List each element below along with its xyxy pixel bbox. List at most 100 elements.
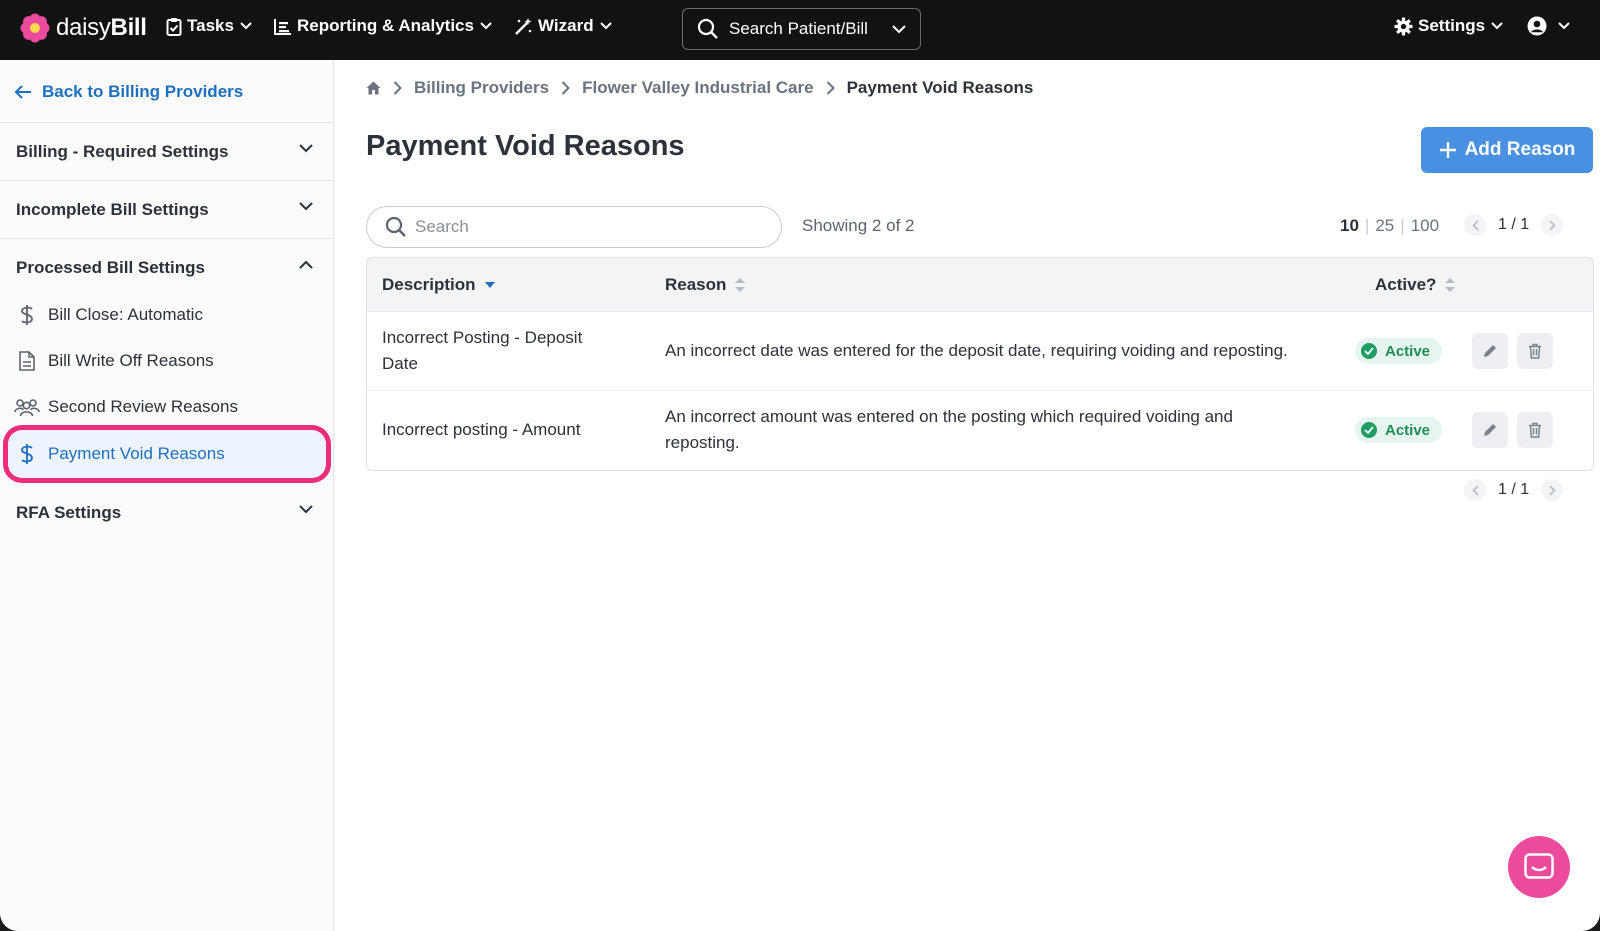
column-label: Description bbox=[382, 275, 476, 294]
patient-bill-search[interactable]: Search Patient/Bill bbox=[682, 8, 921, 50]
home-icon[interactable] bbox=[366, 81, 381, 95]
bar-chart-icon bbox=[274, 18, 291, 35]
chevron-down-icon bbox=[240, 22, 252, 30]
add-reason-button[interactable]: Add Reason bbox=[1421, 127, 1593, 173]
description-cell: Incorrect posting - Amount bbox=[382, 420, 581, 439]
edit-button[interactable] bbox=[1472, 333, 1508, 369]
status-label: Active bbox=[1385, 342, 1431, 360]
chevron-down-icon bbox=[299, 505, 313, 514]
sidebar-item-label: Bill Write Off Reasons bbox=[48, 351, 214, 370]
dollar-icon bbox=[14, 304, 40, 326]
chevron-right-icon bbox=[1549, 484, 1556, 496]
sort-icon bbox=[735, 278, 746, 292]
column-label: Active? bbox=[1375, 275, 1437, 294]
app-body: Back to Billing Providers Billing - Requ… bbox=[0, 60, 1600, 931]
sidebar-item-bill-write-off-reasons[interactable]: Bill Write Off Reasons bbox=[0, 338, 333, 384]
column-header-active[interactable]: Active? bbox=[1375, 275, 1456, 295]
search-label: Search Patient/Bill bbox=[729, 19, 868, 38]
magic-wand-icon bbox=[515, 17, 532, 35]
trash-icon bbox=[1529, 343, 1541, 359]
dollar-icon bbox=[14, 443, 40, 465]
section-label: RFA Settings bbox=[16, 503, 122, 522]
back-link-label: Back to Billing Providers bbox=[42, 82, 244, 101]
section-processed-bill-settings[interactable]: Processed Bill Settings bbox=[0, 238, 333, 296]
search-field[interactable] bbox=[366, 206, 782, 248]
clipboard-check-icon bbox=[166, 17, 182, 36]
chevron-down-icon bbox=[892, 24, 906, 33]
user-avatar-icon bbox=[1527, 16, 1547, 36]
section-label: Processed Bill Settings bbox=[16, 257, 205, 277]
browser-frame: daisyBill Tasks Reporting & Analytics Wi… bbox=[0, 0, 1600, 931]
chat-bubble-icon bbox=[1524, 853, 1554, 879]
column-label: Reason bbox=[665, 275, 727, 294]
section-incomplete-bill-settings[interactable]: Incomplete Bill Settings bbox=[0, 180, 333, 238]
user-menu[interactable] bbox=[1527, 16, 1575, 36]
description-cell: Incorrect Posting - Deposit Date bbox=[382, 328, 583, 373]
chat-launcher-button[interactable] bbox=[1508, 836, 1570, 898]
sidebar-item-bill-close-automatic[interactable]: Bill Close: Automatic bbox=[0, 292, 333, 338]
nav-settings-label: Settings bbox=[1418, 16, 1486, 35]
section-billing-required-settings[interactable]: Billing - Required Settings bbox=[0, 122, 333, 180]
nav-tasks-label: Tasks bbox=[187, 16, 234, 35]
nav-reporting-label: Reporting & Analytics bbox=[297, 16, 474, 35]
chevron-right-icon bbox=[1549, 219, 1556, 231]
column-header-reason[interactable]: Reason bbox=[665, 275, 746, 295]
daisybill-logo[interactable]: daisyBill bbox=[20, 13, 147, 43]
table-row: Incorrect posting - Amount An incorrect … bbox=[367, 391, 1593, 470]
chevron-up-icon bbox=[299, 260, 313, 269]
chevron-down-icon bbox=[299, 202, 313, 211]
nav-wizard[interactable]: Wizard bbox=[514, 16, 617, 36]
trash-icon bbox=[1529, 422, 1541, 438]
page-size-selector: 10 | 25 | 100 bbox=[1334, 216, 1445, 236]
chevron-right-icon bbox=[561, 81, 571, 95]
sidebar-item-label: Bill Close: Automatic bbox=[48, 305, 203, 324]
sidebar-item-payment-void-reasons[interactable]: Payment Void Reasons bbox=[8, 430, 326, 478]
page-size-10[interactable]: 10 bbox=[1334, 216, 1365, 236]
column-header-description[interactable]: Description bbox=[382, 275, 496, 295]
status-badge: Active bbox=[1355, 338, 1443, 364]
back-to-billing-providers-link[interactable]: Back to Billing Providers bbox=[14, 82, 243, 102]
nav-wizard-label: Wizard bbox=[538, 16, 594, 35]
status-badge: Active bbox=[1355, 417, 1443, 443]
nav-reporting[interactable]: Reporting & Analytics bbox=[274, 16, 497, 36]
daisy-flower-icon bbox=[20, 13, 50, 43]
delete-button[interactable] bbox=[1517, 412, 1553, 448]
sort-descending-icon bbox=[484, 282, 495, 288]
sidebar-item-label: Payment Void Reasons bbox=[48, 444, 225, 463]
pagination-top: 1 / 1 bbox=[1464, 214, 1564, 236]
prev-page-button[interactable] bbox=[1464, 479, 1486, 501]
settings-sidebar: Back to Billing Providers Billing - Requ… bbox=[0, 60, 334, 931]
top-navbar: daisyBill Tasks Reporting & Analytics Wi… bbox=[0, 0, 1600, 60]
table-header: Description Reason Active? bbox=[367, 258, 1593, 312]
breadcrumb-provider[interactable]: Flower Valley Industrial Care bbox=[582, 78, 813, 98]
arrow-left-icon bbox=[14, 85, 31, 99]
users-icon bbox=[14, 397, 40, 417]
chevron-right-icon bbox=[393, 81, 402, 95]
edit-button[interactable] bbox=[1472, 412, 1508, 448]
search-icon bbox=[385, 216, 406, 237]
search-input[interactable] bbox=[415, 217, 755, 237]
page-size-25[interactable]: 25 bbox=[1369, 216, 1400, 236]
page-indicator: 1 / 1 bbox=[1498, 481, 1530, 498]
nav-settings[interactable]: Settings bbox=[1394, 16, 1508, 36]
reason-cell: An incorrect date was entered for the de… bbox=[665, 341, 1288, 360]
void-reasons-table: Description Reason Active? Incorrect Pos… bbox=[366, 257, 1594, 471]
breadcrumb-billing-providers[interactable]: Billing Providers bbox=[414, 78, 549, 98]
status-label: Active bbox=[1385, 421, 1431, 439]
breadcrumb: Billing Providers Flower Valley Industri… bbox=[366, 78, 1033, 98]
page-size-100[interactable]: 100 bbox=[1405, 216, 1445, 236]
sidebar-item-second-review-reasons[interactable]: Second Review Reasons bbox=[0, 384, 333, 430]
chevron-down-icon bbox=[480, 22, 492, 30]
document-icon bbox=[14, 351, 40, 371]
add-reason-label: Add Reason bbox=[1464, 139, 1576, 160]
prev-page-button[interactable] bbox=[1464, 214, 1486, 236]
plus-icon bbox=[1439, 142, 1456, 158]
section-label: Billing - Required Settings bbox=[16, 141, 229, 161]
next-page-button[interactable] bbox=[1541, 214, 1564, 236]
nav-tasks[interactable]: Tasks bbox=[166, 16, 257, 36]
breadcrumb-current: Payment Void Reasons bbox=[846, 78, 1034, 97]
next-page-button[interactable] bbox=[1541, 479, 1564, 501]
table-row: Incorrect Posting - Deposit Date An inco… bbox=[367, 312, 1593, 391]
delete-button[interactable] bbox=[1517, 333, 1553, 369]
section-rfa-settings[interactable]: RFA Settings bbox=[0, 484, 333, 542]
